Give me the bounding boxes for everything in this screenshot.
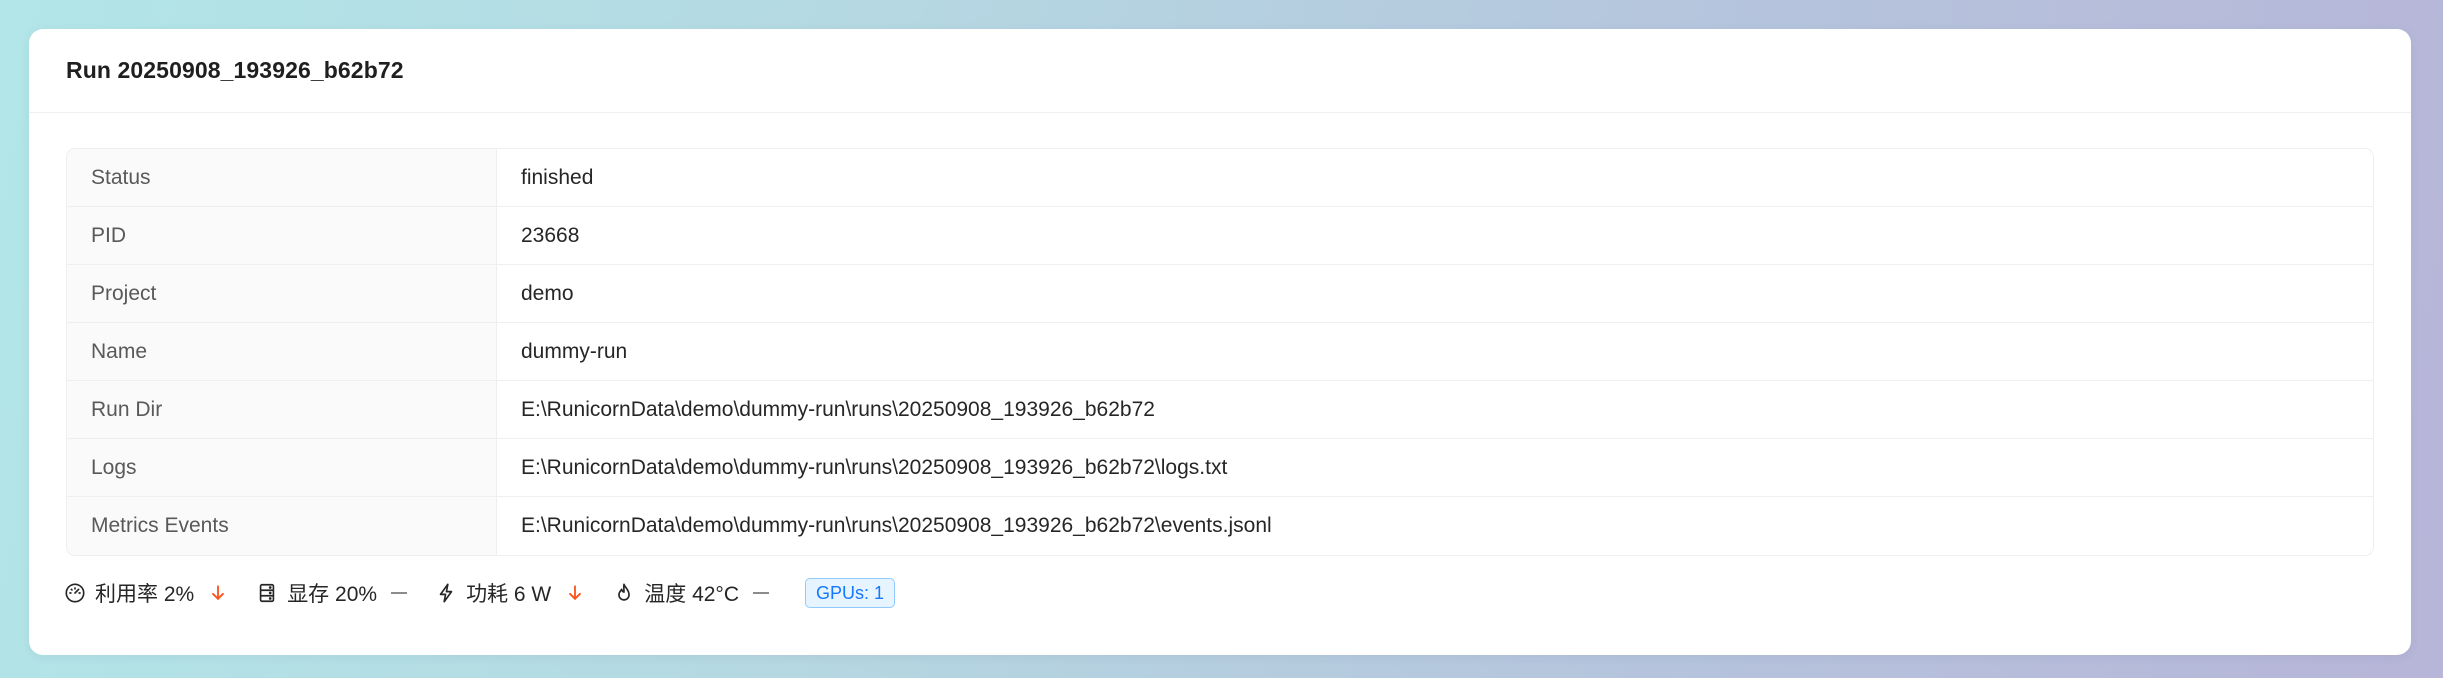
gpu-memory-metric: 显存 20% <box>256 578 408 608</box>
detail-label: Run Dir <box>67 381 497 438</box>
detail-row-status: Status finished <box>67 149 2373 207</box>
memory-icon <box>256 582 278 604</box>
gpu-count-tag: GPUs: 1 <box>805 578 896 608</box>
detail-row-logs: Logs E:\RunicornData\demo\dummy-run\runs… <box>67 439 2373 497</box>
gpu-power-text: 功耗 6 W <box>466 583 552 606</box>
detail-label: Name <box>67 323 497 380</box>
detail-value: E:\RunicornData\demo\dummy-run\runs\2025… <box>521 455 1228 479</box>
run-details-table: Status finished PID 23668 Project demo N… <box>66 148 2374 556</box>
run-detail-card: Run 20250908_193926_b62b72 Status finish… <box>29 29 2411 655</box>
detail-row-project: Project demo <box>67 265 2373 323</box>
fire-icon <box>613 582 635 604</box>
dashboard-icon <box>64 582 86 604</box>
gpu-temperature-text: 温度 42°C <box>644 583 739 606</box>
gpu-utilization-metric: 利用率 2% <box>64 578 228 608</box>
card-header: Run 20250908_193926_b62b72 <box>29 29 2411 113</box>
arrow-down-icon <box>208 583 228 603</box>
detail-value: finished <box>521 165 594 189</box>
detail-value: dummy-run <box>521 339 628 363</box>
detail-label: PID <box>67 207 497 264</box>
gpu-utilization-text: 利用率 2% <box>95 583 195 606</box>
gpu-temperature-metric: 温度 42°C <box>613 578 769 608</box>
arrow-down-icon <box>565 583 585 603</box>
trend-flat-icon <box>391 592 408 594</box>
card-title: Run 20250908_193926_b62b72 <box>66 57 404 83</box>
gpu-memory-text: 显存 20% <box>287 583 378 606</box>
gpu-status-bar: 利用率 2% 显存 20% 功耗 6 W 温度 42°C GPUs: 1 <box>64 575 896 611</box>
detail-value: demo <box>521 281 574 305</box>
detail-label: Logs <box>67 439 497 496</box>
detail-label: Metrics Events <box>67 497 497 555</box>
detail-value: E:\RunicornData\demo\dummy-run\runs\2025… <box>521 514 1272 537</box>
detail-value: 23668 <box>521 223 580 247</box>
trend-flat-icon <box>753 592 769 594</box>
gpu-power-metric: 功耗 6 W <box>435 578 585 608</box>
detail-label: Project <box>67 265 497 322</box>
detail-row-run-dir: Run Dir E:\RunicornData\demo\dummy-run\r… <box>67 381 2373 439</box>
detail-row-pid: PID 23668 <box>67 207 2373 265</box>
detail-row-metrics-events: Metrics Events E:\RunicornData\demo\dumm… <box>67 497 2373 555</box>
detail-row-name: Name dummy-run <box>67 323 2373 381</box>
detail-label: Status <box>67 149 497 206</box>
detail-value: E:\RunicornData\demo\dummy-run\runs\2025… <box>521 397 1155 421</box>
thunderbolt-icon <box>435 582 457 604</box>
